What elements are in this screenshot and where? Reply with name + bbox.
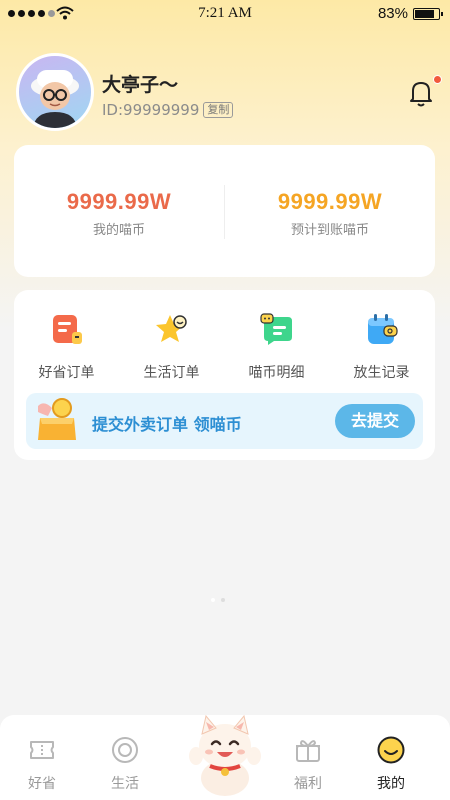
coin-summary-card: 9999.99W 我的喵币 9999.99W 预计到账喵币: [14, 145, 435, 277]
menu-item-life-orders[interactable]: 生活订单: [119, 312, 224, 382]
submit-order-button[interactable]: 去提交: [335, 404, 415, 438]
expected-coins-label: 预计到账喵币: [290, 223, 369, 238]
status-bar: 7:21 AM 83%: [0, 0, 450, 28]
my-coins-value: 9999.99W: [66, 189, 172, 214]
menu-label: 好省订单: [38, 365, 95, 381]
orders-menu-card: 好省订单 生活订单 喵币明细 放生记录 提交外卖订单 领喵币 去提交: [14, 290, 435, 460]
coin-box-icon: [38, 398, 76, 440]
order-icon: [52, 315, 82, 344]
takeout-promo-banner[interactable]: 提交外卖订单 领喵币 去提交: [26, 393, 423, 449]
menu-label: 生活订单: [143, 365, 200, 381]
username: 大亭子～: [102, 74, 179, 96]
battery-icon: [413, 8, 443, 20]
bell-icon[interactable]: [408, 78, 434, 108]
promo-text: 提交外卖订单 领喵币: [92, 415, 242, 434]
page-indicator: [211, 598, 225, 602]
smile-icon: [377, 736, 405, 764]
menu-label: 喵币明细: [248, 365, 305, 381]
tab-haosheng[interactable]: 好省: [12, 735, 72, 793]
avatar-character-image: [31, 70, 79, 128]
menu-item-haosheng-orders[interactable]: 好省订单: [14, 312, 119, 382]
lucky-cat-mascot[interactable]: [182, 708, 268, 796]
battery-percent: 83%: [377, 5, 408, 22]
expected-coins-value: 9999.99W: [277, 189, 383, 214]
expected-coins-section[interactable]: 9999.99W 预计到账喵币: [225, 145, 435, 277]
star-icon: [155, 315, 187, 342]
gift-icon: [296, 740, 320, 762]
tab-label: 生活: [111, 776, 139, 792]
tab-label: 好省: [28, 776, 56, 792]
chat-detail-icon: [259, 313, 292, 345]
ticket-icon: [30, 741, 54, 759]
menu-label: 放生记录: [353, 365, 410, 381]
tab-label: 我的: [377, 776, 405, 792]
circle-icon: [112, 737, 138, 763]
my-coins-label: 我的喵币: [92, 223, 145, 238]
copy-id-button[interactable]: 复制: [203, 102, 234, 118]
notification-badge: [433, 75, 442, 84]
calendar-icon: [367, 314, 398, 344]
tab-welfare[interactable]: 福利: [278, 735, 338, 793]
avatar[interactable]: [16, 53, 94, 131]
user-id-row: ID:99999999 复制: [102, 101, 234, 119]
tab-label: 福利: [294, 776, 322, 792]
menu-item-coin-details[interactable]: 喵币明细: [224, 312, 329, 382]
tab-mine[interactable]: 我的: [361, 735, 421, 793]
tab-life[interactable]: 生活: [95, 735, 155, 793]
my-coins-section[interactable]: 9999.99W 我的喵币: [14, 145, 224, 277]
user-id: ID:99999999: [102, 101, 200, 119]
menu-item-release-records[interactable]: 放生记录: [329, 312, 434, 382]
